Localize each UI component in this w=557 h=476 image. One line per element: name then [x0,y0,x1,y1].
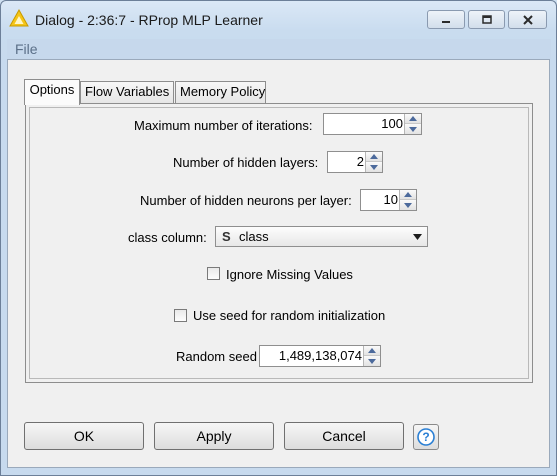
hidden-layers-value[interactable]: 2 [357,154,364,169]
dialog-content: Options Flow Variables Memory Policy Max… [7,59,550,468]
knime-triangle-icon [9,9,29,27]
string-type-icon: S [222,229,231,244]
dialog-window: Dialog - 2:36:7 - RProp MLP Learner File… [0,0,557,476]
class-column-select[interactable]: S class [215,226,428,247]
tab-options[interactable]: Options [24,79,80,105]
random-seed-spinner[interactable]: 1,489,138,074 [259,345,381,367]
spin-down-icon[interactable] [366,162,382,172]
maximize-button[interactable] [468,10,505,29]
max-iterations-label: Maximum number of iterations: [134,118,313,133]
window-title: Dialog - 2:36:7 - RProp MLP Learner [35,12,263,28]
title-bar[interactable]: Dialog - 2:36:7 - RProp MLP Learner [1,1,556,41]
help-icon: ? [417,428,435,446]
minimize-button[interactable] [427,10,465,29]
minimize-icon [442,20,450,23]
spin-up-icon[interactable] [405,114,421,124]
spin-down-icon[interactable] [405,124,421,134]
ignore-missing-label: Ignore Missing Values [226,267,353,282]
max-iterations-spinner[interactable]: 100 [323,113,422,135]
hidden-layers-label: Number of hidden layers: [173,155,319,170]
close-button[interactable] [508,10,547,29]
spin-down-icon[interactable] [400,200,416,210]
maximize-icon [481,14,492,24]
hidden-neurons-label: Number of hidden neurons per layer: [140,193,352,208]
spin-up-icon[interactable] [364,346,380,356]
chevron-down-icon [413,234,422,240]
use-seed-checkbox[interactable] [174,309,187,322]
class-column-value: class [239,229,269,244]
cancel-button[interactable]: Cancel [284,422,404,450]
spin-up-icon[interactable] [366,152,382,162]
class-column-label: class column: [128,230,207,245]
hidden-neurons-spinner[interactable]: 10 [360,189,417,211]
apply-button[interactable]: Apply [154,422,274,450]
random-seed-value[interactable]: 1,489,138,074 [279,348,362,363]
use-seed-label: Use seed for random initialization [193,308,386,323]
max-iterations-value[interactable]: 100 [381,116,403,131]
close-icon [522,14,533,25]
spin-up-icon[interactable] [400,190,416,200]
ok-button[interactable]: OK [24,422,144,450]
menu-file[interactable]: File [15,41,38,57]
hidden-neurons-value[interactable]: 10 [384,192,398,207]
svg-text:?: ? [422,430,429,444]
spin-down-icon[interactable] [364,356,380,366]
help-button[interactable]: ? [413,424,439,450]
ignore-missing-checkbox[interactable] [207,267,220,280]
menu-bar: File [7,39,551,59]
tab-flow-variables[interactable]: Flow Variables [80,81,174,103]
random-seed-label: Random seed [176,349,257,364]
hidden-layers-spinner[interactable]: 2 [327,151,383,173]
tab-memory-policy[interactable]: Memory Policy [175,81,266,103]
